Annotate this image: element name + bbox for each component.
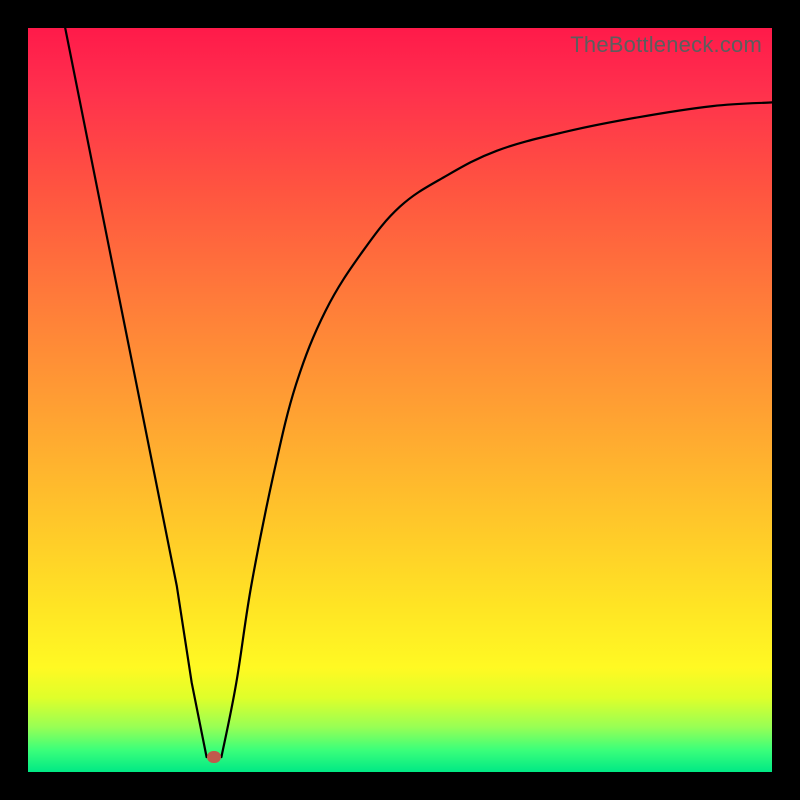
- curve-right-branch: [221, 102, 772, 757]
- plot-area: TheBottleneck.com: [28, 28, 772, 772]
- curve-left-branch: [65, 28, 206, 757]
- chart-frame: TheBottleneck.com: [0, 0, 800, 800]
- minimum-marker: [207, 751, 221, 763]
- bottleneck-curve: [28, 28, 772, 772]
